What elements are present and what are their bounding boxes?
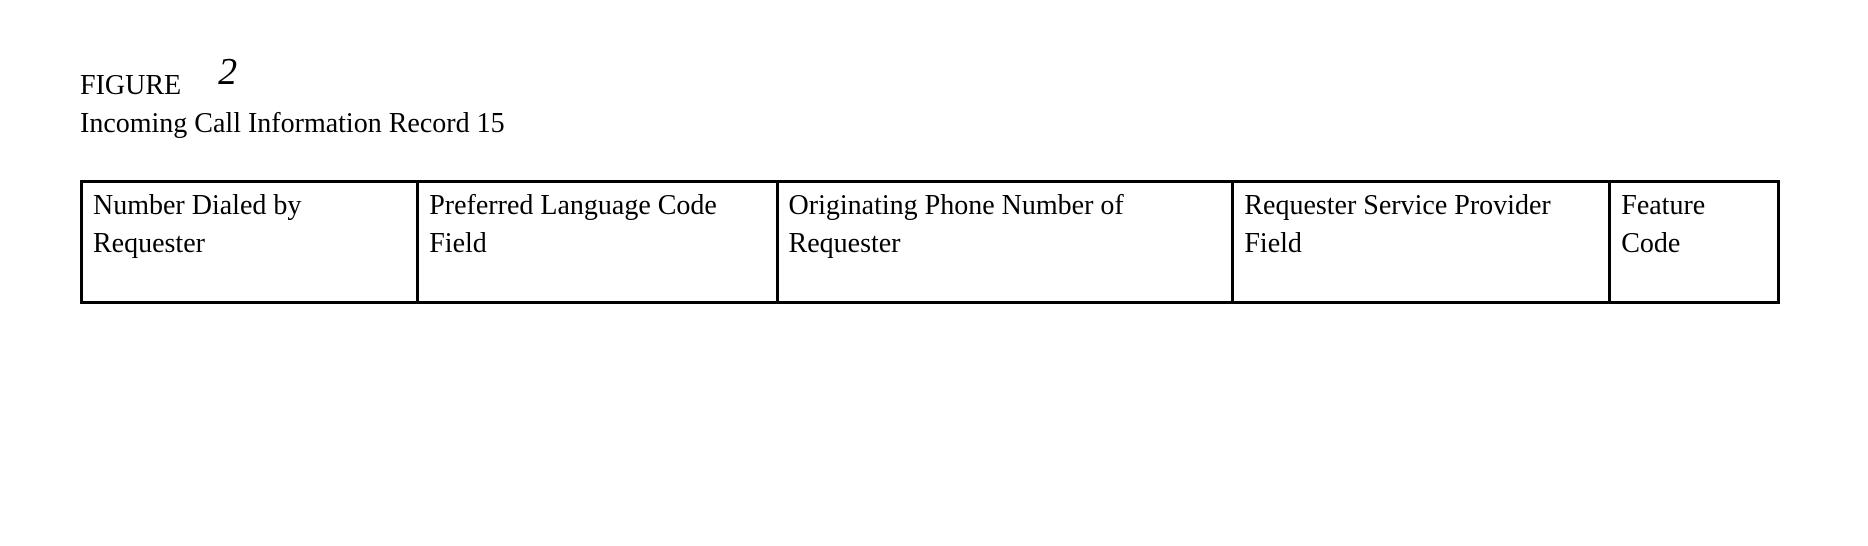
- figure-subtitle: Incoming Call Information Record 15: [80, 108, 1788, 140]
- figure-number: 2: [218, 51, 237, 93]
- record-table: Number Dialed by Requester Preferred Lan…: [80, 180, 1780, 304]
- field-originating-phone: Originating Phone Number of Requester: [777, 182, 1233, 303]
- table-row: Number Dialed by Requester Preferred Lan…: [82, 182, 1779, 303]
- figure-text: FIGURE: [80, 70, 181, 101]
- field-number-dialed: Number Dialed by Requester: [82, 182, 418, 303]
- field-feature-code: Feature Code: [1610, 182, 1779, 303]
- figure-label: FIGURE 2: [80, 60, 1788, 104]
- field-preferred-language: Preferred Language Code Field: [418, 182, 777, 303]
- field-service-provider: Requester Service Provider Field: [1233, 182, 1610, 303]
